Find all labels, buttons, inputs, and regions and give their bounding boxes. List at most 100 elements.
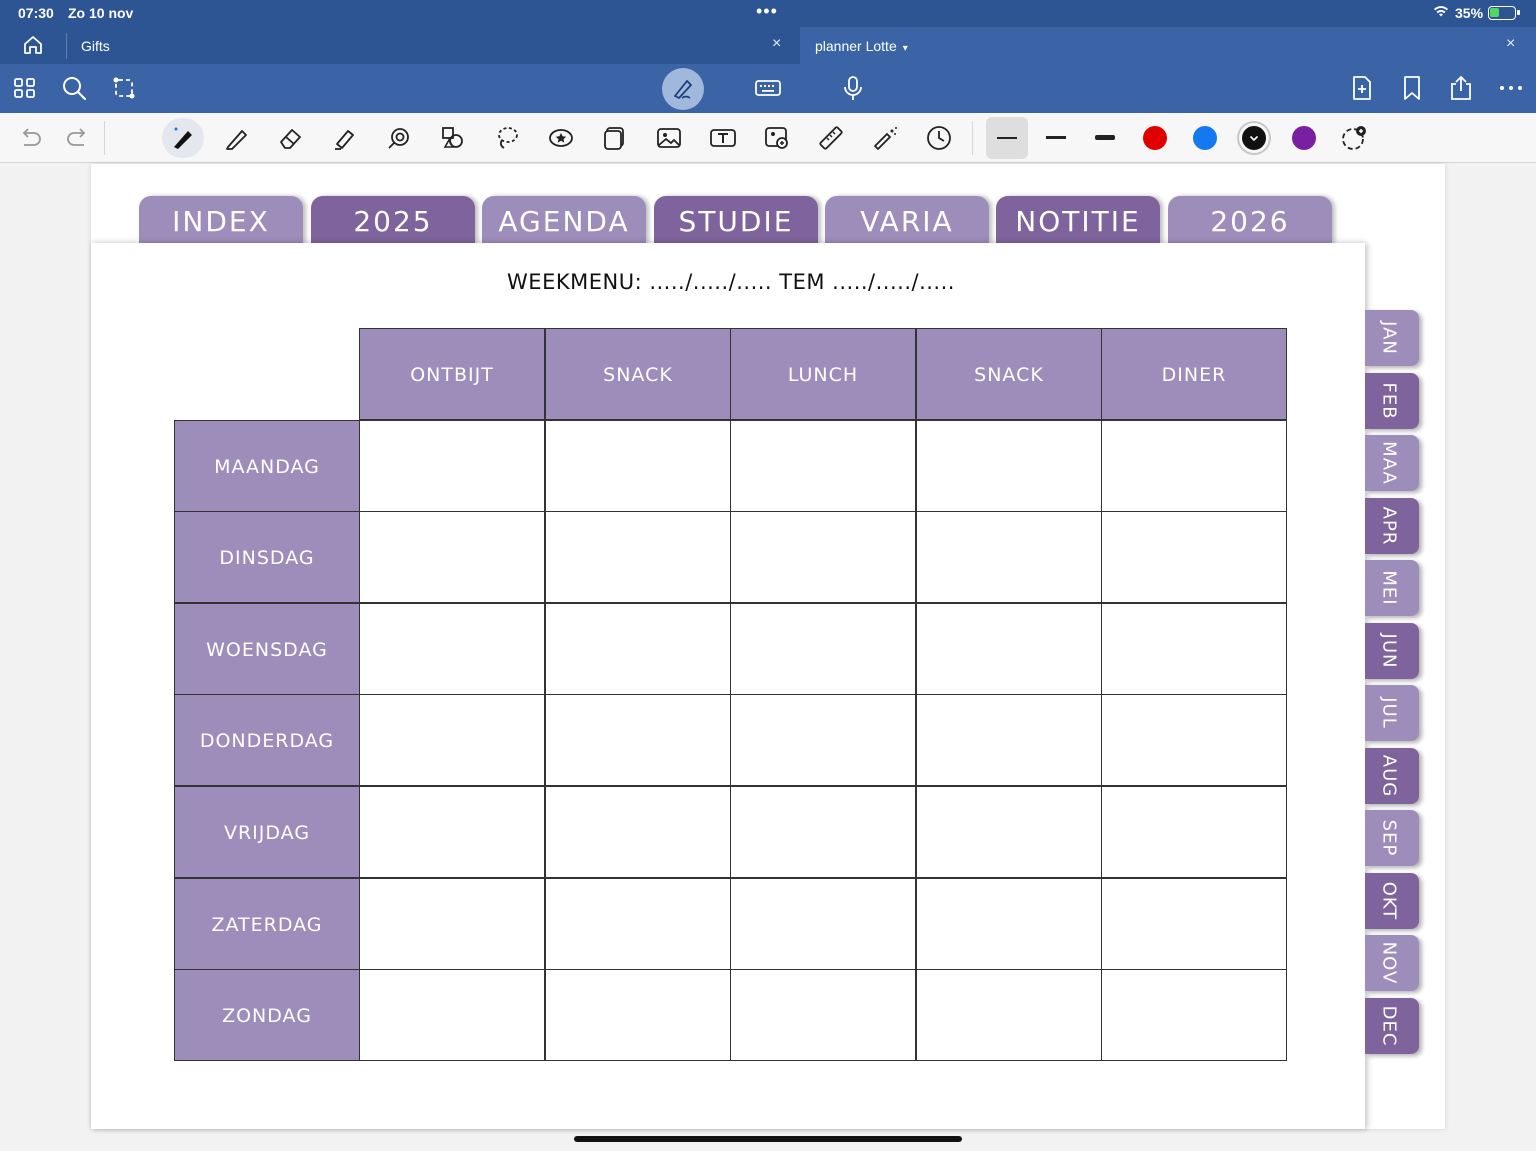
section-tab-2025[interactable]: 2025 <box>311 196 475 244</box>
meal-cell[interactable] <box>730 878 916 970</box>
home-icon[interactable] <box>22 35 44 55</box>
meal-cell[interactable] <box>359 420 545 512</box>
meal-cell[interactable] <box>916 694 1102 786</box>
month-tab-maa[interactable]: MAA <box>1365 435 1419 491</box>
meal-cell[interactable] <box>545 603 731 695</box>
column-header: DINER <box>1101 328 1287 420</box>
camera-icon[interactable] <box>763 124 791 152</box>
meal-cell[interactable] <box>1101 420 1287 512</box>
month-tab-jan[interactable]: JAN <box>1365 310 1419 366</box>
thickness-medium-icon[interactable] <box>1046 136 1066 139</box>
meal-cell[interactable] <box>359 603 545 695</box>
redo-icon[interactable] <box>64 124 92 152</box>
image-icon[interactable] <box>655 124 683 152</box>
meal-cell[interactable] <box>359 969 545 1061</box>
sticker-icon[interactable] <box>547 124 575 152</box>
meal-cell[interactable] <box>1101 603 1287 695</box>
grid-icon[interactable] <box>11 74 39 102</box>
meal-cell[interactable] <box>545 420 731 512</box>
meal-cell[interactable] <box>545 511 731 603</box>
multitask-dots-icon[interactable]: ••• <box>756 1 778 22</box>
month-tab-nov[interactable]: NOV <box>1365 935 1419 991</box>
month-tab-jul[interactable]: JUL <box>1365 685 1419 741</box>
meal-cell[interactable] <box>916 786 1102 878</box>
month-tab-aug[interactable]: AUG <box>1365 748 1419 804</box>
section-tab-notitie[interactable]: NOTITIE <box>996 196 1160 244</box>
section-tab-studie[interactable]: STUDIE <box>654 196 818 244</box>
meal-cell[interactable] <box>359 511 545 603</box>
color-red-swatch[interactable] <box>1143 126 1167 150</box>
notebook-page[interactable]: INDEX 2025 AGENDA STUDIE VARIA NOTITIE 2… <box>91 164 1445 1129</box>
meal-cell[interactable] <box>916 969 1102 1061</box>
share-icon[interactable] <box>1447 74 1475 102</box>
meal-cell[interactable] <box>730 786 916 878</box>
shape-icon[interactable] <box>385 124 413 152</box>
meal-cell[interactable] <box>1101 511 1287 603</box>
home-indicator[interactable] <box>574 1136 962 1142</box>
meal-cell[interactable] <box>730 420 916 512</box>
close-icon[interactable]: × <box>772 35 781 53</box>
add-color-icon[interactable] <box>1340 124 1368 152</box>
laser-icon[interactable] <box>871 124 899 152</box>
month-tab-jun[interactable]: JUN <box>1365 623 1419 679</box>
meal-cell[interactable] <box>1101 969 1287 1061</box>
elements-icon[interactable] <box>439 124 467 152</box>
add-page-icon[interactable] <box>1348 74 1376 102</box>
meal-cell[interactable] <box>545 694 731 786</box>
section-tab-2026[interactable]: 2026 <box>1168 196 1332 244</box>
meal-cell[interactable] <box>545 878 731 970</box>
meal-cell[interactable] <box>730 694 916 786</box>
meal-cell[interactable] <box>1101 878 1287 970</box>
more-icon[interactable] <box>1497 74 1525 102</box>
meal-cell[interactable] <box>730 603 916 695</box>
sticky-note-icon[interactable] <box>601 124 629 152</box>
undo-icon[interactable] <box>16 124 44 152</box>
meal-cell[interactable] <box>359 786 545 878</box>
keyboard-icon[interactable] <box>754 74 782 102</box>
section-tab-varia[interactable]: VARIA <box>825 196 989 244</box>
bookmark-icon[interactable] <box>1398 74 1426 102</box>
lasso-shape-icon[interactable] <box>110 74 138 102</box>
meal-cell[interactable] <box>545 786 731 878</box>
month-tab-feb[interactable]: FEB <box>1365 373 1419 429</box>
month-tab-sep[interactable]: SEP <box>1365 810 1419 866</box>
meal-cell[interactable] <box>1101 694 1287 786</box>
meal-cell[interactable] <box>359 878 545 970</box>
meal-cell[interactable] <box>916 511 1102 603</box>
meal-cell[interactable] <box>1101 786 1287 878</box>
color-black-swatch[interactable] <box>1242 126 1266 150</box>
highlighter-icon[interactable] <box>331 124 359 152</box>
meal-cell[interactable] <box>916 878 1102 970</box>
tab-gifts[interactable]: Gifts × <box>66 27 800 64</box>
color-blue-swatch[interactable] <box>1193 126 1217 150</box>
thickness-thick-icon[interactable] <box>1095 135 1115 140</box>
color-purple-swatch[interactable] <box>1292 126 1316 150</box>
month-tab-apr[interactable]: APR <box>1365 498 1419 554</box>
meal-cell[interactable] <box>730 511 916 603</box>
month-tab-mei[interactable]: MEI <box>1365 560 1419 616</box>
month-tab-dec[interactable]: DEC <box>1365 998 1419 1054</box>
meal-cell[interactable] <box>916 420 1102 512</box>
timer-icon[interactable] <box>925 124 953 152</box>
pencil-icon[interactable] <box>223 124 251 152</box>
search-icon[interactable] <box>60 74 88 102</box>
document-tab-bar: Gifts × planner Lotte ▾ × <box>0 27 1536 64</box>
row-header: VRIJDAG <box>174 786 360 878</box>
meal-cell[interactable] <box>545 969 731 1061</box>
month-tab-okt[interactable]: OKT <box>1365 873 1419 929</box>
eraser-icon[interactable] <box>277 124 305 152</box>
meal-cell[interactable] <box>730 969 916 1061</box>
microphone-icon[interactable] <box>839 74 867 102</box>
tab-planner-lotte[interactable]: planner Lotte ▾ × <box>800 27 1536 64</box>
lasso-icon[interactable] <box>493 124 521 152</box>
section-tab-agenda[interactable]: AGENDA <box>482 196 646 244</box>
meal-cell[interactable] <box>359 694 545 786</box>
text-icon[interactable] <box>709 124 737 152</box>
ruler-icon[interactable] <box>817 124 845 152</box>
meal-cell[interactable] <box>916 603 1102 695</box>
pen-mode-icon[interactable] <box>662 68 704 110</box>
chevron-down-icon[interactable]: ▾ <box>903 43 908 54</box>
close-icon[interactable]: × <box>1506 35 1515 53</box>
pen-icon[interactable] <box>169 124 197 152</box>
section-tab-index[interactable]: INDEX <box>139 196 303 244</box>
